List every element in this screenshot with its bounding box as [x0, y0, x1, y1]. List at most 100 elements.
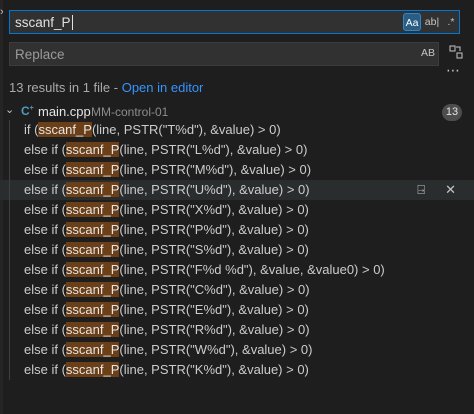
result-prefix: else if ( — [24, 242, 66, 257]
match-highlight: sscanf_P — [65, 182, 120, 197]
more-actions-ellipsis-icon[interactable]: ⋯ — [446, 62, 460, 79]
match-highlight: sscanf_P — [38, 122, 92, 137]
match-case-button[interactable]: Aa — [403, 13, 421, 31]
preserve-case-button[interactable]: AB — [421, 47, 435, 59]
indent-guide — [9, 240, 10, 260]
match-highlight: sscanf_P — [65, 302, 120, 317]
result-prefix: else if ( — [24, 262, 66, 277]
indent-guide — [9, 360, 10, 380]
result-suffix: (line, PSTR("L%d"), &value) > 0) — [119, 142, 308, 157]
result-line[interactable]: else if (sscanf_P(line, PSTR("P%d"), &va… — [0, 220, 474, 240]
result-code: else if (sscanf_P(line, PSTR("L%d"), &va… — [24, 140, 307, 160]
result-code: else if (sscanf_P(line, PSTR("M%d"), &va… — [24, 160, 311, 180]
result-code: else if (sscanf_P(line, PSTR("R%d"), &va… — [24, 320, 310, 340]
dismiss-icon[interactable]: ✕ — [445, 182, 456, 197]
result-line[interactable]: else if (sscanf_P(line, PSTR("S%d"), &va… — [0, 240, 474, 260]
file-path: MM-control-01 — [91, 105, 169, 119]
match-highlight: sscanf_P — [65, 362, 120, 377]
results-list: if (sscanf_P(line, PSTR("T%d"), &value) … — [0, 120, 474, 380]
file-name: main.cpp — [38, 104, 91, 119]
indent-guide — [9, 180, 10, 200]
result-code: else if (sscanf_P(line, PSTR("F%d %d"), … — [24, 260, 385, 280]
result-line[interactable]: else if (sscanf_P(line, PSTR("R%d"), &va… — [0, 320, 474, 340]
result-suffix: (line, PSTR("U%d"), &value) > 0) — [119, 182, 310, 197]
result-suffix: (line, PSTR("F%d %d"), &value, &value0) … — [119, 262, 385, 277]
indent-guide — [9, 120, 10, 140]
result-prefix: else if ( — [24, 222, 66, 237]
result-line[interactable]: else if (sscanf_P(line, PSTR("L%d"), &va… — [0, 140, 474, 160]
result-prefix: else if ( — [24, 182, 66, 197]
result-suffix: (line, PSTR("P%d"), &value) > 0) — [119, 222, 309, 237]
replace-icon[interactable]: ⍈ — [417, 182, 425, 197]
search-input-value: sscanf_P — [15, 15, 71, 30]
result-line[interactable]: else if (sscanf_P(line, PSTR("E%d"), &va… — [0, 300, 474, 320]
match-highlight: sscanf_P — [65, 282, 120, 297]
result-suffix: (line, PSTR("W%d"), &value) > 0) — [119, 342, 313, 357]
result-code: else if (sscanf_P(line, PSTR("X%d"), &va… — [24, 200, 309, 220]
indent-guide — [9, 300, 10, 320]
result-code: if (sscanf_P(line, PSTR("T%d"), &value) … — [24, 120, 281, 140]
match-whole-word-button[interactable]: ab| — [423, 13, 441, 31]
replace-all-button[interactable] — [446, 44, 466, 64]
replace-placeholder: Replace — [15, 47, 65, 62]
result-line[interactable]: if (sscanf_P(line, PSTR("T%d"), &value) … — [0, 120, 474, 140]
indent-guide — [9, 220, 10, 240]
result-suffix: (line, PSTR("T%d"), &value) > 0) — [91, 122, 281, 137]
match-highlight: sscanf_P — [65, 322, 120, 337]
result-suffix: (line, PSTR("K%d"), &value) > 0) — [119, 362, 309, 377]
match-count-badge: 13 — [442, 104, 462, 121]
results-count-text: 13 results in 1 file - — [9, 80, 122, 95]
result-code: else if (sscanf_P(line, PSTR("S%d"), &va… — [24, 240, 309, 260]
result-suffix: (line, PSTR("C%d"), &value) > 0) — [119, 282, 310, 297]
result-code: else if (sscanf_P(line, PSTR("C%d"), &va… — [24, 280, 310, 300]
indent-guide — [9, 200, 10, 220]
result-line[interactable]: else if (sscanf_P(line, PSTR("W%d"), &va… — [0, 340, 474, 360]
result-suffix: (line, PSTR("M%d"), &value) > 0) — [119, 162, 312, 177]
result-suffix: (line, PSTR("R%d"), &value) > 0) — [119, 322, 310, 337]
result-code: else if (sscanf_P(line, PSTR("P%d"), &va… — [24, 220, 309, 240]
indent-guide — [9, 140, 10, 160]
open-in-editor-link[interactable]: Open in editor — [122, 80, 204, 95]
indent-guide — [9, 260, 10, 280]
match-highlight: sscanf_P — [65, 242, 120, 257]
result-prefix: else if ( — [24, 322, 66, 337]
search-input[interactable]: sscanf_P Aa ab| .* — [9, 10, 460, 34]
result-prefix: else if ( — [24, 282, 66, 297]
indent-guide — [9, 320, 10, 340]
match-highlight: sscanf_P — [65, 202, 120, 217]
result-prefix: else if ( — [24, 202, 66, 217]
replace-input[interactable]: Replace AB — [9, 42, 439, 66]
result-code: else if (sscanf_P(line, PSTR("E%d"), &va… — [24, 300, 309, 320]
result-code: else if (sscanf_P(line, PSTR("K%d"), &va… — [24, 360, 309, 380]
match-highlight: sscanf_P — [65, 162, 120, 177]
row-actions: ⍈ ✕ — [397, 180, 456, 200]
result-suffix: (line, PSTR("S%d"), &value) > 0) — [119, 242, 309, 257]
file-result-header[interactable]: ⌄ C+ main.cpp MM-control-01 13 — [0, 102, 474, 122]
match-highlight: sscanf_P — [65, 342, 120, 357]
result-line[interactable]: else if (sscanf_P(line, PSTR("X%d"), &va… — [0, 200, 474, 220]
result-line[interactable]: else if (sscanf_P(line, PSTR("K%d"), &va… — [0, 360, 474, 380]
toggle-replace-chevron-icon[interactable]: › — [0, 6, 4, 18]
result-code: else if (sscanf_P(line, PSTR("W%d"), &va… — [24, 340, 312, 360]
indent-guide — [9, 340, 10, 360]
result-prefix: else if ( — [24, 302, 66, 317]
result-prefix: if ( — [24, 122, 39, 137]
results-summary: 13 results in 1 file - Open in editor — [9, 80, 203, 95]
chevron-down-icon[interactable]: ⌄ — [5, 103, 14, 116]
match-highlight: sscanf_P — [65, 222, 120, 237]
result-prefix: else if ( — [24, 162, 66, 177]
indent-guide — [9, 160, 10, 180]
match-highlight: sscanf_P — [65, 262, 120, 277]
result-prefix: else if ( — [24, 362, 66, 377]
replace-all-icon — [449, 45, 463, 59]
result-prefix: else if ( — [24, 342, 66, 357]
result-line[interactable]: else if (sscanf_P(line, PSTR("M%d"), &va… — [0, 160, 474, 180]
result-suffix: (line, PSTR("E%d"), &value) > 0) — [119, 302, 309, 317]
use-regex-button[interactable]: .* — [442, 13, 460, 31]
result-prefix: else if ( — [24, 142, 66, 157]
result-line[interactable]: else if (sscanf_P(line, PSTR("U%d"), &va… — [0, 180, 474, 200]
cpp-file-icon: C+ — [21, 104, 34, 118]
result-line[interactable]: else if (sscanf_P(line, PSTR("C%d"), &va… — [0, 280, 474, 300]
result-line[interactable]: else if (sscanf_P(line, PSTR("F%d %d"), … — [0, 260, 474, 280]
text-caret — [71, 15, 73, 30]
